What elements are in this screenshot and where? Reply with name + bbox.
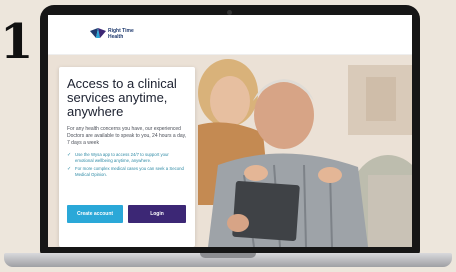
feature-text: Use the Wysa app to access 24/7 to suppo… — [75, 152, 169, 163]
feature-list: ✓ Use the Wysa app to access 24/7 to sup… — [67, 152, 188, 178]
login-button[interactable]: Login — [128, 205, 186, 223]
laptop-screen: Right Time Health Access to a clinical s… — [48, 15, 412, 247]
laptop-base — [4, 253, 452, 267]
feature-text: For more complex medical cases you can s… — [75, 166, 184, 177]
logo-icon — [90, 28, 106, 38]
list-item: ✓ Use the Wysa app to access 24/7 to sup… — [67, 152, 188, 164]
check-icon: ✓ — [67, 152, 72, 158]
logo-text[interactable]: Right Time Health — [108, 28, 134, 40]
hero-description: For any health concerns you have, our ex… — [67, 126, 187, 146]
logo-line-2: Health — [108, 34, 124, 40]
create-account-button[interactable]: Create account — [67, 205, 123, 223]
signup-card: Access to a clinical services anytime, a… — [59, 67, 195, 247]
hero-title: Access to a clinical services anytime, a… — [67, 76, 177, 119]
hero-section: Access to a clinical services anytime, a… — [48, 55, 412, 247]
site-header: Right Time Health — [48, 15, 412, 55]
list-item: ✓ For more complex medical cases you can… — [67, 166, 188, 178]
slide-number: 1 — [0, 14, 34, 70]
laptop-notch — [200, 253, 256, 258]
check-icon: ✓ — [67, 166, 72, 172]
